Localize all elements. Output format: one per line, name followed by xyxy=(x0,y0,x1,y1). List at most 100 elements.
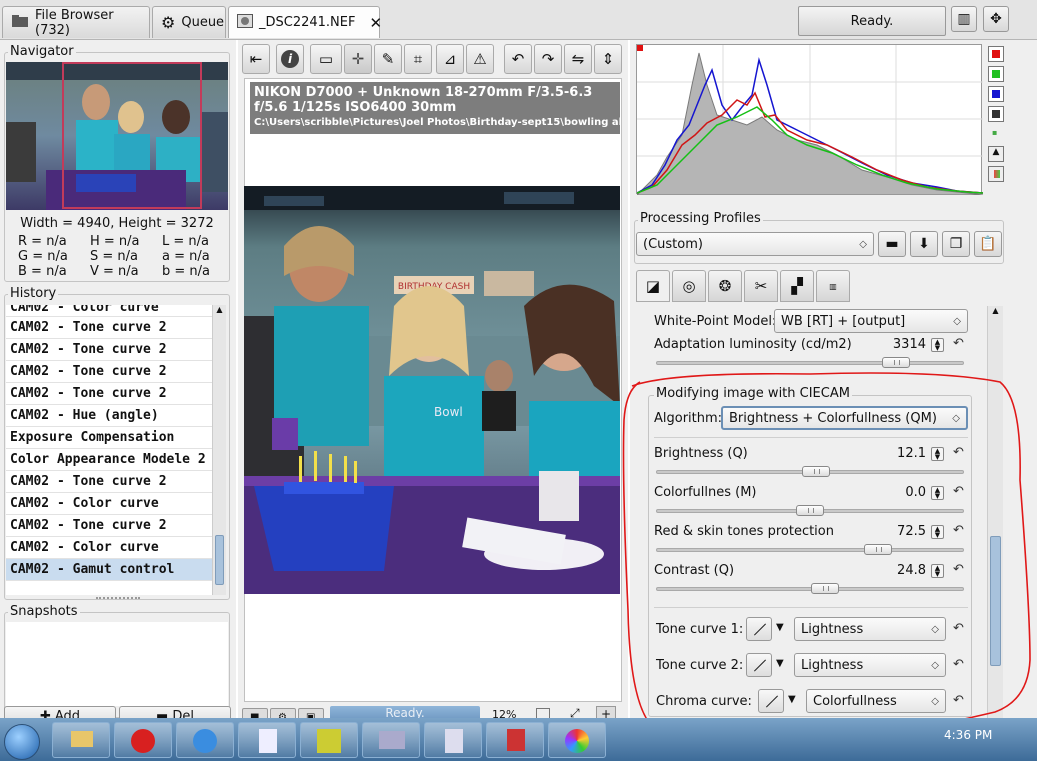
tab-detail[interactable]: ◎ xyxy=(672,270,706,302)
taskbar-item-explorer[interactable] xyxy=(52,722,110,758)
slider-knob[interactable] xyxy=(864,544,892,555)
adaptation-spinner[interactable]: ▲ ▼ xyxy=(931,338,944,352)
list-item[interactable]: Exposure Compensation xyxy=(6,427,212,449)
list-item[interactable]: CAM02 - Tone curve 2 xyxy=(6,515,212,537)
straighten-tool-button[interactable]: ⊿ xyxy=(436,44,464,74)
tab-editor[interactable]: _DSC2241.NEF ✕ xyxy=(228,6,382,38)
curve-mode-select[interactable]: Colorfullness ◇ xyxy=(806,689,946,713)
taskbar-item-tool[interactable] xyxy=(486,722,544,758)
tab-file-browser[interactable]: File Browser (732) xyxy=(2,6,150,38)
history-scroll-thumb[interactable] xyxy=(215,535,224,585)
curve-reset-button[interactable]: ↶ xyxy=(953,693,964,708)
pane-resize-handle[interactable] xyxy=(96,597,140,603)
list-item[interactable]: CAM02 - Color curve xyxy=(6,537,212,559)
histogram-red-toggle[interactable] xyxy=(988,46,1004,62)
curve-editor-button[interactable] xyxy=(758,689,784,713)
slider-value[interactable]: 72.5 xyxy=(866,524,926,539)
slider-spinner[interactable]: ▲ ▼ xyxy=(931,447,944,461)
adaptation-value[interactable]: 3314 xyxy=(866,337,926,352)
photo-preview[interactable]: BIRTHDAY CASH Bowl xyxy=(244,186,620,594)
list-item[interactable]: CAM02 - Color curve xyxy=(6,305,212,317)
hand-tool-button[interactable]: ✛ xyxy=(344,44,372,74)
histogram-raw-toggle[interactable]: ▪ xyxy=(992,128,997,137)
tab-transform[interactable]: ✂ xyxy=(744,270,778,302)
panels-toggle-button[interactable]: ▥ xyxy=(951,6,977,32)
history-scrollbar[interactable]: ▲ xyxy=(212,305,226,595)
processing-profile-select[interactable]: (Custom) ◇ xyxy=(636,232,874,256)
histogram-blue-toggle[interactable] xyxy=(988,86,1004,102)
start-button[interactable] xyxy=(4,724,40,760)
slider-knob[interactable] xyxy=(796,505,824,516)
list-item[interactable]: CAM02 - Hue (angle) xyxy=(6,405,212,427)
histogram-bar-toggle[interactable]: ▲ xyxy=(988,146,1004,162)
chevron-down-icon[interactable]: ▼ xyxy=(776,622,784,633)
paste-profile-button[interactable]: 📋 xyxy=(974,231,1002,257)
navigator-preview[interactable] xyxy=(6,62,228,210)
slider-spinner[interactable]: ▲ ▼ xyxy=(931,486,944,500)
crop-tool-button[interactable]: ⌗ xyxy=(404,44,432,74)
white-balance-picker-button[interactable]: ✎ xyxy=(374,44,402,74)
tool-panel-scrollbar[interactable]: ▲ xyxy=(987,306,1003,718)
taskbar-item-window[interactable] xyxy=(362,722,420,758)
tab-metadata[interactable]: ▥ xyxy=(816,270,850,302)
slider-reset-button[interactable]: ↶ xyxy=(953,445,964,460)
hide-left-panel-button[interactable]: ⇤ xyxy=(242,44,270,74)
chevron-down-icon[interactable]: ▼ xyxy=(788,694,796,705)
taskbar-item-notes[interactable] xyxy=(424,722,482,758)
list-item[interactable]: Color Appearance Modele 2 xyxy=(6,449,212,471)
taskbar-item-ie[interactable] xyxy=(176,722,234,758)
tab-exposure[interactable]: ◪ xyxy=(636,270,670,302)
snapshots-list[interactable] xyxy=(6,622,228,706)
rotate-left-button[interactable]: ↶ xyxy=(504,44,532,74)
list-item[interactable]: CAM02 - Tone curve 2 xyxy=(6,339,212,361)
algorithm-select[interactable]: Brightness + Colorfullness (QM) ◇ xyxy=(721,406,968,430)
tab-queue[interactable]: ⚙ Queue xyxy=(152,6,226,38)
scroll-up-icon[interactable]: ▲ xyxy=(988,306,1003,315)
chevron-down-icon[interactable]: ▼ xyxy=(776,658,784,669)
close-icon[interactable]: ✕ xyxy=(369,14,382,32)
slider-value[interactable]: 12.1 xyxy=(866,446,926,461)
taskbar-item-app[interactable] xyxy=(114,722,172,758)
list-item[interactable]: CAM02 - Tone curve 2 xyxy=(6,361,212,383)
before-after-button[interactable]: ▭ xyxy=(310,44,342,74)
slider-track[interactable] xyxy=(656,548,964,552)
histogram-green-toggle[interactable] xyxy=(988,66,1004,82)
curve-mode-select[interactable]: Lightness ◇ xyxy=(794,653,946,677)
adaptation-slider-track[interactable] xyxy=(656,361,964,365)
white-point-select[interactable]: WB [RT] + [output] ◇ xyxy=(774,309,968,333)
curve-reset-button[interactable]: ↶ xyxy=(953,657,964,672)
warning-button[interactable]: ⚠ xyxy=(466,44,494,74)
open-profile-button[interactable]: ▬ xyxy=(878,231,906,257)
curve-mode-select[interactable]: Lightness ◇ xyxy=(794,617,946,641)
tool-panel-scroll-thumb[interactable] xyxy=(990,536,1001,666)
list-item[interactable]: CAM02 - Tone curve 2 xyxy=(6,317,212,339)
slider-value[interactable]: 0.0 xyxy=(866,485,926,500)
tab-color[interactable]: ❂ xyxy=(708,270,742,302)
copy-profile-button[interactable]: ❐ xyxy=(942,231,970,257)
flip-horizontal-button[interactable]: ⇋ xyxy=(564,44,592,74)
info-button[interactable]: i xyxy=(276,44,304,74)
histogram-rgb-bar-toggle[interactable] xyxy=(988,166,1004,182)
tab-raw[interactable]: ▞ xyxy=(780,270,814,302)
history-list[interactable]: CAM02 - Color curve CAM02 - Tone curve 2… xyxy=(6,305,212,595)
slider-reset-button[interactable]: ↶ xyxy=(953,523,964,538)
curve-reset-button[interactable]: ↶ xyxy=(953,621,964,636)
list-item[interactable]: CAM02 - Tone curve 2 xyxy=(6,471,212,493)
taskbar-item-doc[interactable] xyxy=(238,722,296,758)
list-item[interactable]: CAM02 - Tone curve 2 xyxy=(6,383,212,405)
fullscreen-button[interactable]: ✥ xyxy=(983,6,1009,32)
slider-track[interactable] xyxy=(656,587,964,591)
slider-spinner[interactable]: ▲ ▼ xyxy=(931,564,944,578)
histogram-luminance-toggle[interactable] xyxy=(988,106,1004,122)
taskbar-item-image[interactable] xyxy=(300,722,358,758)
list-item[interactable]: CAM02 - Gamut control xyxy=(6,559,212,581)
adaptation-slider-knob[interactable] xyxy=(882,357,910,368)
curve-editor-button[interactable] xyxy=(746,653,772,677)
scroll-up-icon[interactable]: ▲ xyxy=(213,305,226,314)
slider-reset-button[interactable]: ↶ xyxy=(953,562,964,577)
slider-knob[interactable] xyxy=(811,583,839,594)
slider-value[interactable]: 24.8 xyxy=(866,563,926,578)
list-item[interactable]: CAM02 - Color curve xyxy=(6,493,212,515)
adaptation-reset-button[interactable]: ↶ xyxy=(953,336,964,351)
taskbar-item-rawtherapee[interactable] xyxy=(548,722,606,758)
